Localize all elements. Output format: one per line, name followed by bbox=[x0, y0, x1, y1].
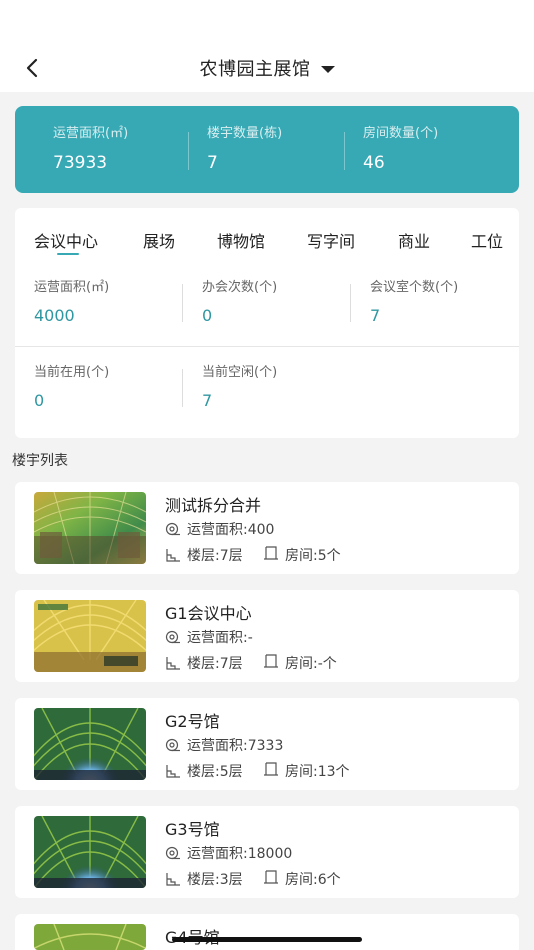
building-rooms-text: 房间:13个 bbox=[285, 764, 350, 780]
stat-meeting-rooms-label: 会议室个数(个) bbox=[370, 280, 459, 295]
room-icon bbox=[263, 545, 279, 565]
home-indicator bbox=[172, 937, 362, 942]
building-card[interactable]: G3号馆 运营面积:18000 楼层:3层 房间:6个 bbox=[15, 806, 519, 898]
area-icon bbox=[165, 629, 181, 645]
stat-area: 运营面积(㎡) 4000 bbox=[34, 278, 109, 338]
active-tab-indicator bbox=[57, 253, 79, 255]
building-name: G1会议中心 bbox=[165, 604, 252, 623]
building-thumbnail bbox=[34, 708, 146, 780]
building-list-title: 楼宇列表 bbox=[12, 453, 68, 469]
summary-buildings: 楼宇数量(栋) 7 bbox=[188, 124, 344, 176]
page-title: 农博园主展馆 bbox=[199, 59, 311, 80]
divider bbox=[350, 284, 351, 322]
building-card[interactable]: G1会议中心 运营面积:- 楼层:7层 房间:-个 bbox=[15, 590, 519, 682]
summary-rooms: 房间数量(个) 46 bbox=[344, 124, 519, 176]
building-name: G2号馆 bbox=[165, 712, 220, 731]
building-area: 运营面积:400 bbox=[165, 519, 274, 539]
stat-meetings-value: 0 bbox=[202, 306, 213, 325]
building-name: G4号馆 bbox=[165, 924, 220, 948]
room-icon bbox=[263, 761, 279, 781]
caret-down-icon bbox=[320, 66, 335, 73]
floor-icon bbox=[165, 871, 181, 887]
stats-row-1: 运营面积(㎡) 4000 办会次数(个) 0 会议室个数(个) 7 bbox=[15, 278, 519, 338]
floor-icon bbox=[165, 655, 181, 671]
building-area-text: 运营面积:7333 bbox=[187, 738, 284, 754]
summary-card: 运营面积(㎡) 73933 楼宇数量(栋) 7 房间数量(个) 46 bbox=[15, 106, 519, 193]
stat-in-use-value: 0 bbox=[34, 391, 45, 410]
stat-area-label: 运营面积(㎡) bbox=[34, 280, 110, 295]
room-icon bbox=[263, 653, 279, 673]
building-floors: 楼层:5层 bbox=[165, 761, 243, 781]
tab-exhibition-hall[interactable]: 展场 bbox=[143, 228, 175, 252]
building-rooms: 房间:-个 bbox=[263, 653, 337, 673]
category-panel: 会议中心 展场 博物馆 写字间 商业 工位 运营面积(㎡) 4000 办会次数(… bbox=[15, 208, 519, 438]
area-icon bbox=[165, 845, 181, 861]
stat-meeting-rooms-value: 7 bbox=[370, 306, 381, 325]
floor-icon bbox=[165, 547, 181, 563]
building-rooms: 房间:13个 bbox=[263, 761, 350, 781]
stat-meeting-rooms: 会议室个数(个) 7 bbox=[370, 278, 458, 338]
tab-office[interactable]: 写字间 bbox=[307, 228, 355, 252]
stat-idle: 当前空闲(个) 7 bbox=[202, 363, 277, 423]
building-thumbnail bbox=[34, 492, 146, 564]
building-floors-text: 楼层:7层 bbox=[187, 548, 243, 564]
stat-area-value: 4000 bbox=[34, 306, 75, 325]
building-rooms-text: 房间:5个 bbox=[285, 548, 341, 564]
building-name: G3号馆 bbox=[165, 820, 220, 839]
stats-row-2: 当前在用(个) 0 当前空闲(个) 7 bbox=[15, 363, 519, 423]
tab-meeting-center[interactable]: 会议中心 bbox=[34, 228, 98, 252]
building-thumbnail bbox=[34, 924, 146, 950]
row-divider bbox=[15, 346, 519, 347]
building-area-text: 运营面积:- bbox=[187, 630, 253, 646]
stat-meetings-label: 办会次数(个) bbox=[202, 280, 278, 295]
building-area: 运营面积:7333 bbox=[165, 735, 283, 755]
stat-meetings: 办会次数(个) 0 bbox=[202, 278, 277, 338]
building-floors: 楼层:7层 bbox=[165, 653, 243, 673]
summary-rooms-label: 房间数量(个) bbox=[363, 125, 439, 141]
building-rooms-text: 房间:-个 bbox=[285, 656, 337, 672]
building-area-text: 运营面积:400 bbox=[187, 522, 275, 538]
building-card[interactable]: G2号馆 运营面积:7333 楼层:5层 房间:13个 bbox=[15, 698, 519, 790]
building-thumbnail bbox=[34, 816, 146, 888]
building-rooms-text: 房间:6个 bbox=[285, 872, 341, 888]
building-thumbnail bbox=[34, 600, 146, 672]
floor-icon bbox=[165, 763, 181, 779]
building-rooms: 房间:6个 bbox=[263, 869, 341, 889]
summary-area-label: 运营面积(㎡) bbox=[53, 125, 129, 141]
venue-selector[interactable]: 农博园主展馆 bbox=[0, 52, 534, 84]
tab-museum[interactable]: 博物馆 bbox=[217, 228, 265, 252]
summary-rooms-value: 46 bbox=[363, 152, 385, 173]
building-rooms: 房间:5个 bbox=[263, 545, 341, 565]
building-floors-text: 楼层:3层 bbox=[187, 872, 243, 888]
tab-commercial[interactable]: 商业 bbox=[398, 228, 430, 252]
stat-in-use-label: 当前在用(个) bbox=[34, 365, 110, 380]
summary-area-value: 73933 bbox=[53, 152, 108, 173]
tab-workstation[interactable]: 工位 bbox=[471, 228, 503, 252]
summary-area: 运营面积(㎡) 73933 bbox=[15, 124, 188, 176]
divider bbox=[182, 284, 183, 322]
divider bbox=[182, 369, 183, 407]
stat-idle-value: 7 bbox=[202, 391, 213, 410]
building-name: 测试拆分合并 bbox=[165, 496, 262, 515]
building-floors-text: 楼层:7层 bbox=[187, 656, 243, 672]
building-area: 运营面积:18000 bbox=[165, 843, 292, 863]
summary-buildings-value: 7 bbox=[207, 152, 218, 173]
building-floors: 楼层:3层 bbox=[165, 869, 243, 889]
room-icon bbox=[263, 869, 279, 889]
top-bar: 农博园主展馆 bbox=[0, 0, 534, 92]
category-tabs: 会议中心 展场 博物馆 写字间 商业 工位 bbox=[15, 208, 519, 266]
area-icon bbox=[165, 737, 181, 753]
stat-in-use: 当前在用(个) 0 bbox=[34, 363, 109, 423]
building-area: 运营面积:- bbox=[165, 627, 253, 647]
building-area-text: 运营面积:18000 bbox=[187, 846, 293, 862]
area-icon bbox=[165, 521, 181, 537]
building-card[interactable]: G4号馆 bbox=[15, 914, 519, 950]
building-card[interactable]: 测试拆分合并 运营面积:400 楼层:7层 房间:5个 bbox=[15, 482, 519, 574]
summary-buildings-label: 楼宇数量(栋) bbox=[207, 125, 283, 141]
building-floors-text: 楼层:5层 bbox=[187, 764, 243, 780]
building-floors: 楼层:7层 bbox=[165, 545, 243, 565]
stat-idle-label: 当前空闲(个) bbox=[202, 365, 278, 380]
